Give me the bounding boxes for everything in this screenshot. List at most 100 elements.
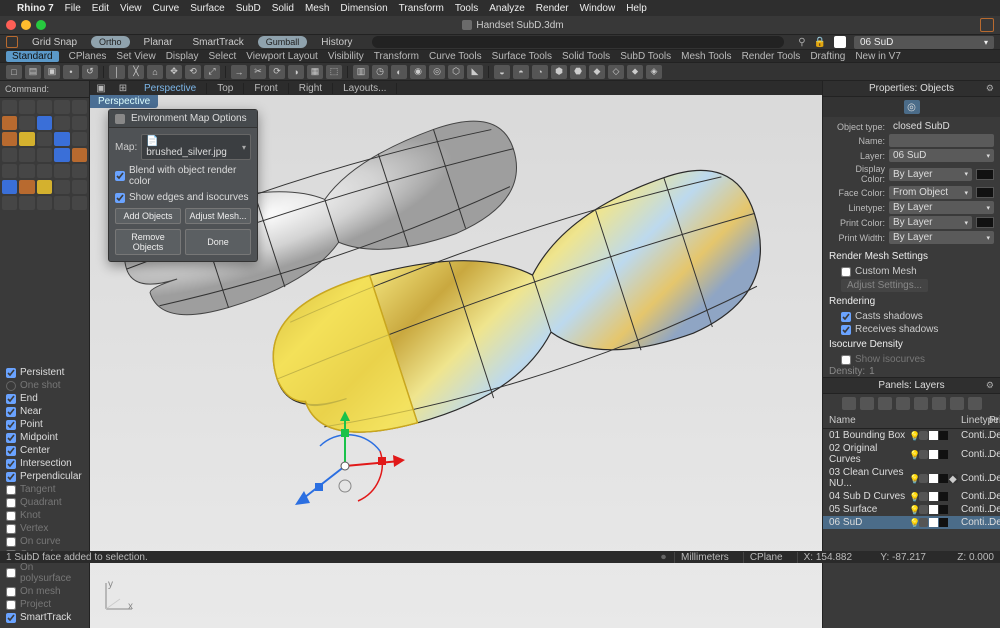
toolbar-button[interactable]: ◔ xyxy=(532,65,548,79)
toolbar-group-set-view[interactable]: Set View xyxy=(116,51,155,62)
left-sidebar-toggle-icon[interactable] xyxy=(6,36,18,48)
display-color-swatch[interactable] xyxy=(976,169,994,180)
osnap-on-polysurface-check[interactable] xyxy=(6,568,16,578)
osnap-center-check[interactable] xyxy=(6,446,16,456)
osnap-project-check[interactable] xyxy=(6,600,16,610)
radio-oneshot[interactable] xyxy=(6,381,16,391)
gear-icon[interactable]: ⚙︎ xyxy=(986,83,994,94)
toolbar-group-visibility[interactable]: Visibility xyxy=(328,51,364,62)
toolbar-group-viewport-layout[interactable]: Viewport Layout xyxy=(246,51,318,62)
viewport[interactable]: ▣ ⊞ Perspective Top Front Right Layouts.… xyxy=(90,81,822,628)
toolbar-button[interactable]: ⬥ xyxy=(627,65,643,79)
toolbar-button[interactable]: ⬚ xyxy=(326,65,342,79)
toolbar-button[interactable]: ◉ xyxy=(410,65,426,79)
palette-tool[interactable] xyxy=(2,180,17,194)
toolbar-group-transform[interactable]: Transform xyxy=(374,51,419,62)
toolbar-group-curve-tools[interactable]: Curve Tools xyxy=(429,51,482,62)
view-right[interactable]: Right xyxy=(289,83,333,94)
palette-tool[interactable] xyxy=(54,180,69,194)
palette-tool[interactable] xyxy=(37,196,52,210)
toolbar-button[interactable]: → xyxy=(231,65,247,79)
palette-tool[interactable] xyxy=(2,116,17,130)
osnap-knot-check[interactable] xyxy=(6,511,16,521)
envmap-showedges-check[interactable] xyxy=(115,193,125,203)
palette-tool[interactable] xyxy=(37,148,52,162)
menu-window[interactable]: Window xyxy=(580,3,616,14)
menu-surface[interactable]: Surface xyxy=(190,3,224,14)
toolbar-button[interactable]: ⬢ xyxy=(551,65,567,79)
toolbar-group-drafting[interactable]: Drafting xyxy=(810,51,845,62)
layer-row[interactable]: 06 SuD💡Conti...Def... xyxy=(823,516,1000,529)
toolbar-button[interactable]: ✂ xyxy=(250,65,266,79)
palette-tool[interactable] xyxy=(72,132,87,146)
receives-shadows-check[interactable] xyxy=(841,325,851,335)
palette-tool[interactable] xyxy=(19,100,34,114)
palette-tool[interactable] xyxy=(54,100,69,114)
casts-shadows-check[interactable] xyxy=(841,312,851,322)
osnap-perpendicular-check[interactable] xyxy=(6,472,16,482)
snap-history[interactable]: History xyxy=(315,36,358,49)
menu-render[interactable]: Render xyxy=(536,3,569,14)
toolbar-group-solid-tools[interactable]: Solid Tools xyxy=(562,51,610,62)
palette-tool[interactable] xyxy=(2,164,17,178)
toolbar-button[interactable]: ▦ xyxy=(307,65,323,79)
menu-dimension[interactable]: Dimension xyxy=(340,3,387,14)
toolbar-group-display[interactable]: Display xyxy=(166,51,199,62)
osnap-near-check[interactable] xyxy=(6,407,16,417)
menu-mesh[interactable]: Mesh xyxy=(305,3,329,14)
toolbar-button[interactable]: ◒ xyxy=(494,65,510,79)
layer-row[interactable]: 04 Sub D Curves💡Conti...Def... xyxy=(823,490,1000,503)
view-perspective[interactable]: Perspective xyxy=(134,83,207,94)
face-color-swatch[interactable] xyxy=(976,187,994,198)
close-window-button[interactable] xyxy=(6,20,16,30)
viewport-single-icon[interactable]: ▣ xyxy=(90,83,112,94)
palette-tool[interactable] xyxy=(54,148,69,162)
current-layer-dropdown[interactable]: 06 SuD xyxy=(854,36,994,49)
palette-tool[interactable] xyxy=(54,164,69,178)
palette-tool[interactable] xyxy=(37,180,52,194)
display-color-dropdown[interactable]: By Layer xyxy=(889,168,972,181)
toolbar-button[interactable]: ▤ xyxy=(25,65,41,79)
toolbar-button[interactable]: │ xyxy=(109,65,125,79)
snap-gridsnap[interactable]: Grid Snap xyxy=(26,36,83,49)
layer-tool[interactable] xyxy=(896,397,910,410)
layer-tool[interactable] xyxy=(932,397,946,410)
filter-icon[interactable]: ⚲ xyxy=(798,37,805,48)
linetype-dropdown[interactable]: By Layer xyxy=(889,201,994,214)
menu-tools[interactable]: Tools xyxy=(455,3,478,14)
palette-tool[interactable] xyxy=(19,116,34,130)
toolbar-button[interactable]: ◐ xyxy=(391,65,407,79)
environment-map-dialog[interactable]: Environment Map Options Map:📄 brushed_si… xyxy=(108,109,258,262)
toolbar-button[interactable]: ↺ xyxy=(82,65,98,79)
palette-tool[interactable] xyxy=(54,132,69,146)
palette-tool[interactable] xyxy=(37,100,52,114)
toolbar-group-standard[interactable]: Standard xyxy=(6,51,59,62)
snap-gumball[interactable]: Gumball xyxy=(258,36,308,48)
envmap-done-button[interactable]: Done xyxy=(185,229,251,255)
toolbar-button[interactable]: ⟳ xyxy=(269,65,285,79)
layer-tool[interactable] xyxy=(950,397,964,410)
menu-help[interactable]: Help xyxy=(626,3,647,14)
palette-tool[interactable] xyxy=(19,196,34,210)
envmap-blend-check[interactable] xyxy=(115,171,125,181)
layer-tool[interactable] xyxy=(878,397,892,410)
snap-planar[interactable]: Planar xyxy=(138,36,179,49)
name-input[interactable] xyxy=(889,134,994,147)
palette-tool[interactable] xyxy=(37,116,52,130)
layer-dropdown[interactable]: 06 SuD xyxy=(889,149,994,162)
menu-transform[interactable]: Transform xyxy=(399,3,444,14)
lock-icon[interactable]: 🔒 xyxy=(814,37,826,48)
osnap-intersection-check[interactable] xyxy=(6,459,16,469)
object-properties-icon[interactable]: ◎ xyxy=(904,100,920,114)
menu-file[interactable]: File xyxy=(65,3,81,14)
osnap-point-check[interactable] xyxy=(6,420,16,430)
toolbar-button[interactable]: ╳ xyxy=(128,65,144,79)
print-color-swatch[interactable] xyxy=(976,217,994,228)
right-sidebar-toggle-icon[interactable] xyxy=(980,18,994,32)
osnap-smarttrack-check[interactable] xyxy=(6,613,16,623)
layer-row[interactable]: 01 Bounding Box💡Conti...Def... xyxy=(823,429,1000,442)
palette-tool[interactable] xyxy=(72,180,87,194)
osnap-on-curve-check[interactable] xyxy=(6,537,16,547)
palette-tool[interactable] xyxy=(37,132,52,146)
viewport-quad-icon[interactable]: ⊞ xyxy=(112,83,134,94)
